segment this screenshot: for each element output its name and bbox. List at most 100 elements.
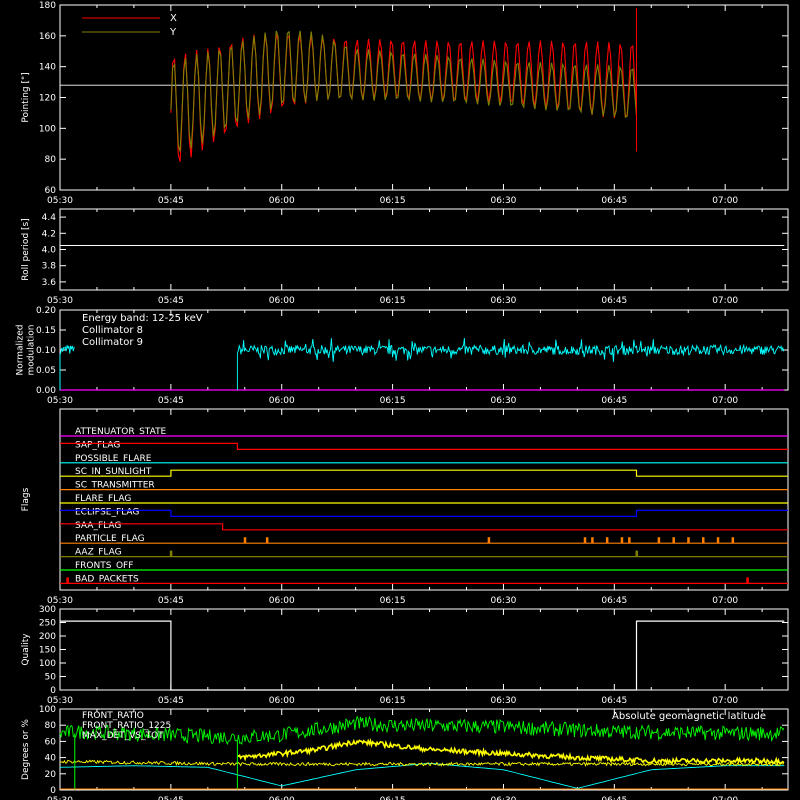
flag-spike: [265, 537, 269, 544]
y-axis-label: Roll period [s]: [21, 218, 31, 280]
series-line-absolute-geomagnetic-latitude: [59, 762, 785, 789]
y-tick-label: 3.8: [42, 262, 57, 272]
y-tick-label: 3.6: [42, 278, 57, 288]
x-tick-label: 05:45: [158, 696, 184, 706]
flag-spike: [672, 537, 675, 544]
x-tick-label: 06:15: [380, 796, 406, 800]
y-tick-label: 300: [39, 605, 56, 615]
legend-label-collimator-9: Collimator 9: [82, 337, 143, 348]
flag-spike: [628, 537, 631, 544]
panel-frame-1: [59, 208, 789, 291]
flag-spike: [657, 537, 661, 544]
y-tick-label: 200: [39, 632, 56, 642]
x-tick-label: 06:30: [490, 796, 516, 800]
x-tick-label: 06:15: [380, 296, 406, 306]
flag-spike: [635, 550, 638, 557]
legend-label-y: Y: [169, 27, 177, 38]
legend-label-max-det-vs-tot: MAX_DET_VS_TOT: [82, 731, 164, 741]
flag-spike: [620, 537, 624, 544]
x-tick-label: 06:00: [269, 596, 295, 606]
y-tick-label: 0.15: [36, 326, 56, 336]
y-tick-label: 0: [50, 786, 56, 796]
y-tick-label: 0.00: [36, 386, 56, 396]
y-tick-label: 80: [45, 721, 57, 731]
series-line-collimator-8: [236, 338, 785, 390]
x-tick-label: 05:30: [47, 296, 73, 306]
flag-spike: [583, 537, 587, 544]
series-line-front-ratio: [237, 738, 785, 767]
y-tick-label: 140: [39, 63, 56, 73]
y-tick-label: 160: [39, 32, 56, 42]
flag-spike: [487, 537, 491, 544]
flag-spike: [605, 537, 609, 544]
y-axis-label: Flags: [21, 487, 31, 511]
chart-stage: 05:30 05:45 06:00 06:15 06:30 06:45 07:00 05:30…: [0, 0, 800, 800]
y-tick-label: 0.20: [36, 306, 56, 316]
rhessi-summary-chart: 05:30 05:45 06:00 06:15 06:30 06:45 07:00 05:30…: [16, 1, 789, 800]
x-tick-label: 06:30: [490, 296, 516, 306]
x-tick-label: 07:00: [712, 296, 738, 306]
y-axis-label: Degrees or %: [21, 719, 31, 780]
y-tick-label: 0: [50, 686, 56, 696]
y-axis-label: Quality: [21, 633, 31, 666]
x-tick-label: 05:30: [47, 396, 73, 406]
flag-line-saa-flag: [60, 523, 788, 531]
y-tick-label: 120: [39, 94, 56, 104]
x-tick-label: 06:45: [601, 696, 627, 706]
flag-spike: [66, 577, 69, 584]
flag-spike: [702, 537, 705, 544]
series-line-collimator-8: [59, 345, 75, 390]
flag-spike: [169, 550, 173, 557]
y-tick-label: 250: [39, 619, 56, 629]
x-tick-label: 05:45: [158, 596, 184, 606]
x-tick-label: 07:00: [712, 796, 738, 800]
flag-spike: [731, 537, 735, 544]
x-tick-label: 06:30: [490, 596, 516, 606]
x-tick-label: 05:45: [158, 196, 184, 206]
legend-label-collimator-8: Collimator 8: [82, 325, 143, 336]
x-tick-label: 05:30: [47, 796, 73, 800]
flag-label-sap-flag: SAP_FLAG: [75, 440, 120, 450]
flag-spike: [243, 537, 247, 544]
legend-label-front-ratio: FRONT_RATIO: [82, 711, 144, 721]
x-tick-label: 05:30: [47, 196, 73, 206]
y-tick-label: 100: [39, 124, 56, 134]
x-tick-label: 06:15: [380, 396, 406, 406]
y-tick-label: 4.4: [42, 213, 57, 223]
y-tick-label: 100: [39, 659, 56, 669]
x-tick-label: 06:15: [380, 696, 406, 706]
x-tick-label: 06:45: [601, 796, 627, 800]
x-tick-label: 05:45: [158, 796, 184, 800]
legend-label-x: X: [170, 13, 177, 24]
y-axis-label: Pointing ["]: [21, 72, 31, 122]
flag-spike: [746, 577, 749, 584]
y-tick-label: 60: [45, 186, 57, 196]
legend-label-front-ratio-1225: FRONT_RATIO_1225: [82, 721, 171, 731]
flag-line-sap-flag: [60, 442, 788, 450]
y-tick-label: 20: [45, 770, 57, 780]
annotation-geomagnetic-latitude: Absolute geomagnetic latitude: [612, 711, 766, 722]
x-tick-label: 07:00: [712, 396, 738, 406]
y-tick-label: 4.0: [42, 246, 57, 256]
annotation-energy-band: Energy band: 12-25 keV: [82, 313, 203, 324]
x-tick-label: 07:00: [712, 696, 738, 706]
y-tick-label: 60: [45, 737, 57, 747]
x-tick-label: 06:30: [490, 696, 516, 706]
x-tick-label: 06:45: [601, 396, 627, 406]
flag-label-eclipse-flag: ECLIPSE_FLAG: [75, 507, 139, 517]
x-tick-label: 07:00: [712, 196, 738, 206]
series-line-quality: [60, 620, 785, 691]
y-tick-label: 150: [39, 646, 56, 656]
x-tick-label: 05:45: [158, 296, 184, 306]
y-tick-label: 180: [39, 1, 56, 11]
x-tick-label: 06:45: [601, 596, 627, 606]
y-tick-label: 0.05: [36, 366, 56, 376]
flag-spike: [591, 537, 594, 544]
x-tick-label: 06:00: [269, 696, 295, 706]
y-tick-label: 4.2: [42, 229, 56, 239]
x-tick-label: 06:00: [269, 396, 295, 406]
flag-spike: [687, 537, 690, 544]
x-tick-label: 06:30: [490, 396, 516, 406]
x-tick-label: 05:45: [158, 396, 184, 406]
y-tick-label: 50: [45, 673, 57, 683]
